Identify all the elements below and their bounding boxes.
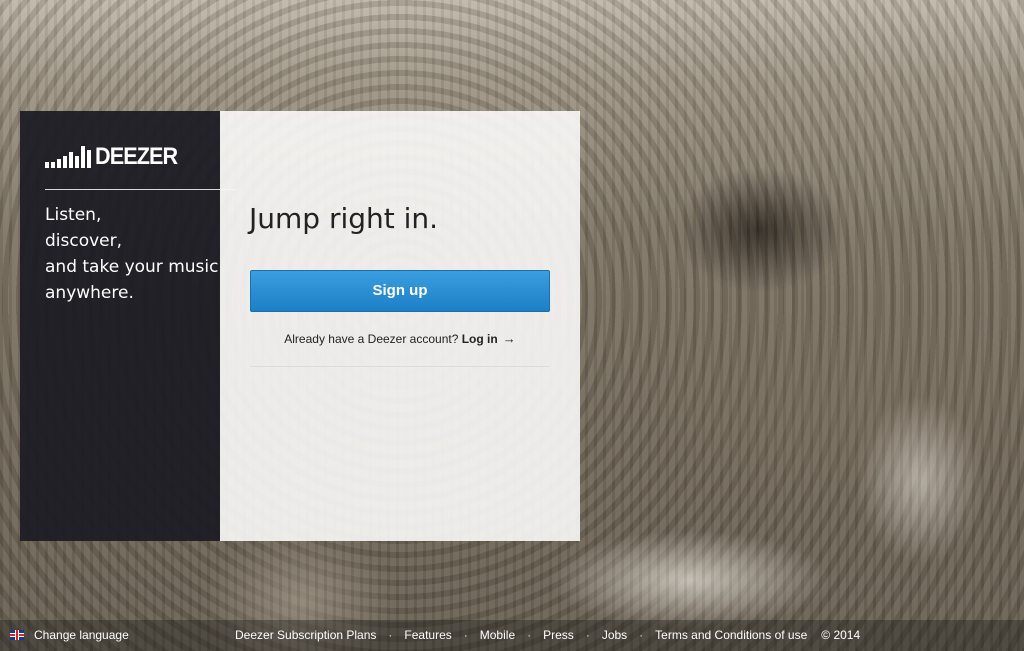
tagline: Listen, discover, and take your music an… [45, 205, 219, 303]
signup-panel: Jump right in. Sign up Already have a De… [220, 111, 580, 541]
deezer-logo[interactable]: DEEZER [45, 143, 186, 170]
equalizer-bars-icon [45, 146, 91, 168]
sign-up-button[interactable]: Sign up [250, 270, 550, 312]
footer-separator: · [527, 628, 532, 642]
login-prompt-text: Already have a Deezer account? [284, 332, 459, 346]
panel-divider [250, 366, 550, 367]
brand-panel: DEEZER Listen, discover, and take your m… [20, 111, 236, 541]
footer-link-features[interactable]: Features [404, 628, 451, 642]
footer-link-subscription-plans[interactable]: Deezer Subscription Plans [235, 628, 376, 642]
footer-link-jobs[interactable]: Jobs [602, 628, 627, 642]
logo-divider [45, 189, 236, 190]
footer-separator: · [639, 628, 644, 642]
uk-flag-icon [10, 630, 24, 640]
footer-links: Deezer Subscription Plans · Features · M… [235, 628, 860, 642]
page-title: Jump right in. [249, 202, 439, 235]
footer-link-terms[interactable]: Terms and Conditions of use [655, 628, 807, 642]
footer-separator: · [388, 628, 393, 642]
change-language[interactable]: Change language [10, 628, 129, 642]
login-prompt: Already have a Deezer account? Log in → [250, 331, 550, 346]
log-in-label: Log in [461, 332, 498, 346]
footer-link-mobile[interactable]: Mobile [480, 628, 515, 642]
log-in-link[interactable]: Log in → [461, 331, 516, 346]
footer-link-press[interactable]: Press [543, 628, 574, 642]
footer-separator: · [463, 628, 468, 642]
change-language-label: Change language [34, 628, 129, 642]
footer: Change language Deezer Subscription Plan… [0, 620, 1024, 651]
footer-separator: · [585, 628, 590, 642]
logo-wordmark: DEEZER [95, 143, 178, 170]
arrow-right-icon: → [502, 331, 516, 346]
copyright: © 2014 [821, 628, 861, 642]
